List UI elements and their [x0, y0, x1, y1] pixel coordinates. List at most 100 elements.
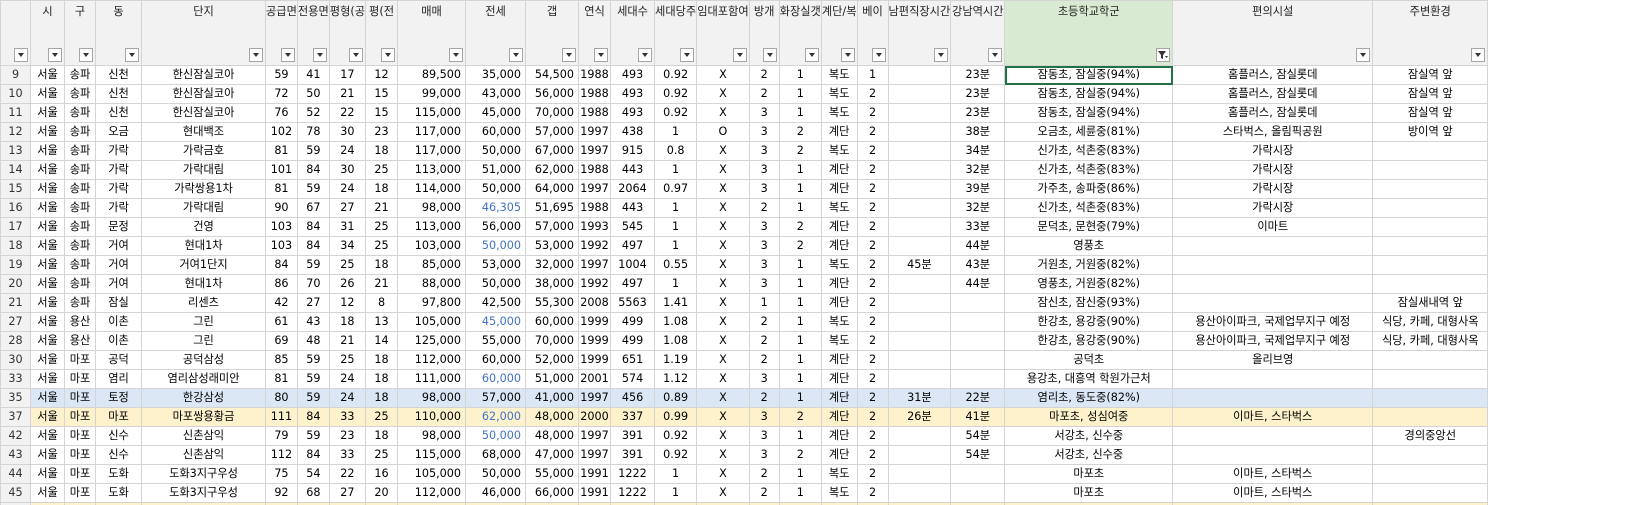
table-cell[interactable]	[950, 350, 1006, 370]
table-cell[interactable]: 방이역 앞	[1372, 122, 1489, 142]
table-cell[interactable]	[887, 483, 952, 503]
table-cell[interactable]	[1372, 255, 1489, 275]
table-cell[interactable]: 1	[654, 160, 698, 180]
table-cell[interactable]	[1172, 369, 1374, 389]
table-cell[interactable]: 1999	[578, 312, 612, 332]
table-cell[interactable]: 68,000	[465, 445, 527, 465]
table-cell[interactable]: 46,000	[465, 483, 527, 503]
table-cell[interactable]: 26분	[887, 407, 952, 427]
table-cell[interactable]: 계단	[820, 369, 858, 389]
table-cell[interactable]: 99,000	[397, 84, 467, 104]
table-cell[interactable]: 복도	[820, 331, 858, 351]
table-cell[interactable]: 103	[265, 236, 298, 256]
table-cell[interactable]: 53,000	[525, 236, 580, 256]
row-header[interactable]: 27	[0, 312, 31, 332]
table-cell[interactable]: 2	[748, 331, 780, 351]
table-cell[interactable]: 홈플러스, 잠실롯데	[1172, 65, 1374, 85]
table-cell[interactable]: 홈플러스, 잠실롯데	[1172, 84, 1374, 104]
table-cell[interactable]	[1172, 236, 1374, 256]
table-cell[interactable]: 마포	[64, 483, 96, 503]
table-cell[interactable]: 2	[856, 198, 889, 218]
table-cell[interactable]: 438	[610, 122, 656, 142]
table-cell[interactable]: 5563	[610, 293, 656, 313]
table-cell[interactable]: 식당, 카페, 대형사옥	[1372, 331, 1489, 351]
table-cell[interactable]: 3	[748, 160, 780, 180]
table-cell[interactable]: 85	[265, 350, 298, 370]
table-cell[interactable]: 915	[610, 141, 656, 161]
table-cell[interactable]: 마포초, 성심여중	[1004, 407, 1174, 427]
table-cell[interactable]: 송파	[64, 160, 96, 180]
table-cell[interactable]: 456	[610, 388, 656, 408]
table-cell[interactable]	[887, 160, 952, 180]
table-cell[interactable]: 98,000	[397, 198, 467, 218]
table-cell[interactable]: 계단	[820, 407, 858, 427]
table-cell[interactable]: 98,000	[397, 388, 467, 408]
table-cell[interactable]: 용산	[64, 331, 96, 351]
table-cell[interactable]	[1172, 293, 1374, 313]
table-cell[interactable]: 스타벅스, 올림픽공원	[1172, 122, 1374, 142]
table-cell[interactable]: 2	[748, 483, 780, 503]
table-cell[interactable]: 0.92	[654, 445, 698, 465]
table-cell[interactable]: 27	[328, 198, 367, 218]
filter-dropdown-icon[interactable]	[249, 48, 263, 62]
table-cell[interactable]	[1172, 388, 1374, 408]
table-cell[interactable]: 1	[778, 312, 822, 332]
table-cell[interactable]: 651	[610, 350, 656, 370]
table-cell[interactable]: 1	[748, 293, 780, 313]
table-cell[interactable]: 20	[365, 483, 399, 503]
table-cell[interactable]: 56,000	[525, 84, 580, 104]
table-cell[interactable]: 61	[265, 312, 298, 332]
table-cell[interactable]: 1	[654, 464, 698, 484]
table-cell[interactable]: 2	[856, 179, 889, 199]
table-cell[interactable]: 21	[365, 198, 399, 218]
table-cell[interactable]: 79	[265, 426, 298, 446]
table-cell[interactable]: 마포초	[1004, 464, 1174, 484]
table-cell[interactable]: 서울	[30, 483, 65, 503]
table-cell[interactable]: 서울	[30, 274, 65, 294]
table-cell[interactable]: 이마트, 스타벅스	[1172, 483, 1374, 503]
table-cell[interactable]: 22분	[950, 388, 1006, 408]
table-cell[interactable]: 서울	[30, 103, 65, 123]
table-cell[interactable]: 21	[328, 84, 367, 104]
table-cell[interactable]: 복도	[820, 483, 858, 503]
filter-dropdown-icon[interactable]	[349, 48, 364, 62]
table-cell[interactable]	[950, 312, 1006, 332]
table-cell[interactable]: 서울	[30, 464, 65, 484]
table-cell[interactable]	[1172, 255, 1374, 275]
table-cell[interactable]: 오금초, 세륜중(81%)	[1004, 122, 1174, 142]
table-cell[interactable]: 복도	[820, 198, 858, 218]
table-cell[interactable]: 서강초, 신수중	[1004, 426, 1174, 446]
table-cell[interactable]: 85,000	[397, 255, 467, 275]
table-cell[interactable]: 2	[778, 141, 822, 161]
row-header[interactable]: 16	[0, 198, 31, 218]
row-header[interactable]: 11	[0, 103, 31, 123]
table-cell[interactable]: 잠실새내역 앞	[1372, 293, 1489, 313]
table-cell[interactable]: 1997	[578, 255, 612, 275]
table-cell[interactable]: 50,000	[465, 274, 527, 294]
table-cell[interactable]: 계단	[820, 160, 858, 180]
table-cell[interactable]: 서울	[30, 160, 65, 180]
table-cell[interactable]: 잠동초, 잠실중(94%)	[1004, 84, 1174, 104]
table-cell[interactable]: 391	[610, 426, 656, 446]
table-cell[interactable]: 2	[748, 312, 780, 332]
table-cell[interactable]: 25	[328, 255, 367, 275]
table-cell[interactable]: 1997	[578, 179, 612, 199]
table-cell[interactable]	[887, 464, 952, 484]
table-cell[interactable]	[887, 103, 952, 123]
table-cell[interactable]: 마포	[64, 350, 96, 370]
table-cell[interactable]: 30	[328, 160, 367, 180]
table-cell[interactable]: 45,000	[465, 312, 527, 332]
table-cell[interactable]: 54분	[950, 426, 1006, 446]
table-cell[interactable]: 1.19	[654, 350, 698, 370]
table-cell[interactable]: 54,500	[525, 65, 580, 85]
table-cell[interactable]: X	[696, 236, 750, 256]
table-cell[interactable]: 1	[654, 217, 698, 237]
table-cell[interactable]: 24	[328, 388, 367, 408]
table-cell[interactable]: 한강초, 용강중(90%)	[1004, 331, 1174, 351]
table-cell[interactable]: 1988	[578, 65, 612, 85]
table-cell[interactable]	[1372, 217, 1489, 237]
table-cell[interactable]: 1997	[578, 122, 612, 142]
table-cell[interactable]: 서울	[30, 65, 65, 85]
table-cell[interactable]: 23분	[950, 65, 1006, 85]
table-cell[interactable]: 1999	[578, 331, 612, 351]
